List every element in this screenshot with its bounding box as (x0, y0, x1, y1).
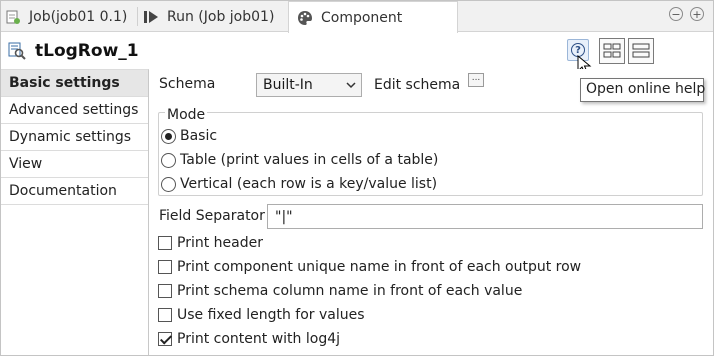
grid-layout-button[interactable] (599, 38, 625, 64)
sidebar-item-documentation[interactable]: Documentation (1, 178, 148, 205)
tab-job[interactable]: Job(job01 0.1) (5, 1, 127, 32)
schema-label: Schema (159, 76, 216, 92)
sidebar-item-dynamic-settings[interactable]: Dynamic settings (1, 124, 148, 151)
maximize-icon: + (692, 7, 702, 21)
checkbox-label: Use fixed length for values (177, 307, 365, 323)
run-icon (143, 9, 159, 25)
mode-option-label: Vertical (each row is a key/value list) (180, 176, 438, 192)
mode-radio-basic[interactable]: Basic (161, 128, 217, 144)
tab-component[interactable]: Component (288, 1, 458, 33)
radio-button[interactable] (161, 176, 176, 192)
log4j-checkbox-row[interactable]: Print content with log4j (158, 331, 340, 347)
mode-radio-vertical[interactable]: Vertical (each row is a key/value list) (161, 176, 437, 192)
palette-icon (297, 10, 313, 26)
mode-radio-table[interactable]: Table (print values in cells of a table) (161, 152, 438, 168)
field-separator-input[interactable]: "|" (267, 204, 703, 229)
checkbox-label: Print header (177, 235, 263, 251)
sidebar-item-basic-settings[interactable]: Basic settings (1, 70, 148, 97)
checkbox[interactable] (158, 308, 172, 322)
schema-select-value: Built-In (263, 77, 313, 93)
checkbox-checked[interactable] (158, 332, 172, 346)
job-icon (5, 9, 21, 25)
maximize-button[interactable]: + (690, 7, 704, 21)
mode-legend: Mode (165, 107, 208, 123)
radio-button-selected[interactable] (161, 128, 176, 144)
checkbox-label: Print content with log4j (177, 331, 340, 347)
sidebar-item-advanced-settings[interactable]: Advanced settings (1, 97, 148, 124)
checkbox[interactable] (158, 236, 172, 250)
mode-option-label: Table (print values in cells of a table) (180, 152, 439, 168)
tab-run-label: Run (Job job01) (167, 8, 275, 25)
edit-schema-button[interactable]: ... (468, 73, 484, 87)
component-search-icon (7, 41, 27, 61)
print-header-checkbox-row[interactable]: Print header (158, 235, 263, 251)
sidebar-item-view[interactable]: View (1, 151, 148, 178)
tab-divider (137, 7, 138, 26)
tab-job-label: Job(job01 0.1) (29, 8, 128, 25)
schema-select[interactable]: Built-In (256, 73, 362, 97)
stacked-layout-icon (632, 43, 650, 58)
edit-schema-label: Edit schema (374, 77, 461, 93)
grid-layout-icon (603, 43, 621, 58)
tab-run[interactable]: Run (Job job01) (143, 1, 274, 32)
print-unique-name-checkbox-row[interactable]: Print component unique name in front of … (158, 259, 581, 275)
fixed-length-checkbox-row[interactable]: Use fixed length for values (158, 307, 365, 323)
stacked-layout-button[interactable] (628, 38, 654, 64)
checkbox[interactable] (158, 284, 172, 298)
checkbox[interactable] (158, 260, 172, 274)
radio-button[interactable] (161, 152, 176, 168)
minimize-button[interactable]: − (669, 7, 683, 21)
help-tooltip: Open online help (580, 78, 705, 102)
chevron-down-icon (346, 82, 356, 89)
minimize-icon: − (671, 7, 681, 21)
print-column-name-checkbox-row[interactable]: Print schema column name in front of eac… (158, 283, 522, 299)
component-title: tLogRow_1 (35, 41, 139, 61)
checkbox-label: Print schema column name in front of eac… (177, 283, 523, 299)
field-separator-label: Field Separator (159, 208, 265, 224)
tab-component-label: Component (321, 9, 403, 26)
basic-settings-panel: Schema Built-In Edit schema ... Mode Bas… (150, 69, 713, 355)
component-header: tLogRow_1 ? (1, 33, 713, 69)
checkbox-label: Print component unique name in front of … (177, 259, 582, 275)
mode-option-label: Basic (180, 128, 218, 144)
tab-bar: Job(job01 0.1) Run (Job job01) Component… (1, 1, 713, 33)
settings-sidebar: Basic settings Advanced settings Dynamic… (1, 69, 149, 355)
